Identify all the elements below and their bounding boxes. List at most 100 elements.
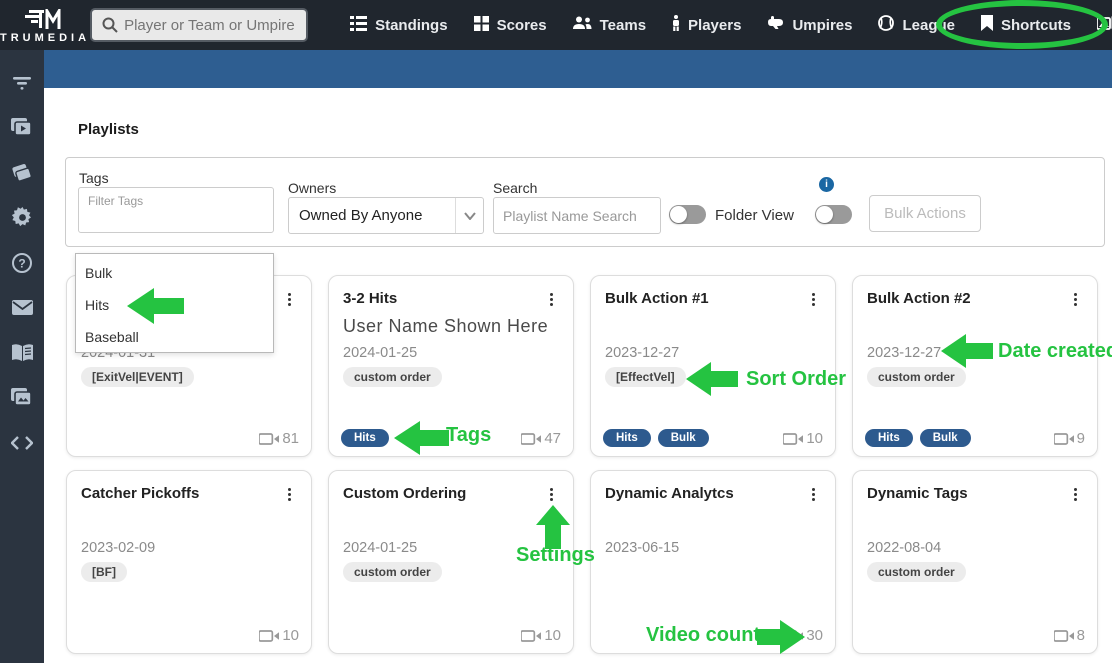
- folder-view-label: Folder View: [715, 207, 794, 224]
- owners-selected-value: Owned By Anyone: [289, 207, 455, 224]
- owners-label: Owners: [288, 180, 336, 196]
- sort-order-chip: custom order: [343, 367, 442, 387]
- cards-icon[interactable]: [0, 150, 44, 195]
- playlist-date: 2023-12-27: [867, 345, 941, 361]
- nav-item-label: Umpires: [792, 17, 852, 34]
- nav-item-label: Shortcuts: [1001, 17, 1071, 34]
- sort-order-chip: [BF]: [81, 562, 127, 582]
- top-nav-items: Standings Scores Teams Players Umpires League…: [350, 15, 1112, 35]
- code-icon[interactable]: [0, 420, 44, 465]
- svg-text:?: ?: [18, 256, 25, 270]
- brand-name: TRUMEDIA: [0, 32, 90, 44]
- subheader-band: [44, 50, 1112, 88]
- nav-item-scores[interactable]: Scores: [474, 16, 547, 35]
- playlist-title: Dynamic Tags: [867, 485, 1057, 502]
- nav-item-standings[interactable]: Standings: [350, 16, 448, 35]
- video-count: 10: [259, 627, 299, 644]
- tags-dropdown-option-bulk[interactable]: Bulk: [85, 265, 112, 281]
- bulk-actions-button[interactable]: Bulk Actions: [869, 195, 981, 232]
- sort-order-chip: custom order: [867, 562, 966, 582]
- kebab-menu-icon[interactable]: [1068, 484, 1083, 505]
- kebab-menu-icon[interactable]: [1068, 289, 1083, 310]
- nav-item-playlists[interactable]: Playlists: [1097, 16, 1112, 35]
- tags-dropdown-option-hits[interactable]: Hits: [85, 297, 109, 313]
- kebab-menu-icon[interactable]: [544, 289, 559, 310]
- playlist-title: Dynamic Analytcs: [605, 485, 795, 502]
- camera-icon: [521, 629, 541, 643]
- video-count-value: 10: [806, 430, 823, 447]
- nav-item-teams[interactable]: Teams: [573, 16, 646, 34]
- playlist-owner: User Name Shown Here: [343, 316, 548, 337]
- playlist-card[interactable]: Bulk Action #1 2023-12-27 [EffectVel] Hi…: [590, 275, 836, 457]
- umpires-hand-icon: [767, 16, 784, 34]
- video-count-value: 9: [1077, 430, 1085, 447]
- nav-item-league[interactable]: League: [878, 15, 955, 35]
- playlist-title: Bulk Action #1: [605, 290, 795, 307]
- mail-icon[interactable]: [0, 285, 44, 330]
- playlist-tags: Hits Bulk: [603, 429, 709, 447]
- owners-select[interactable]: Owned By Anyone: [288, 197, 484, 234]
- camera-icon: [783, 629, 803, 643]
- nav-item-umpires[interactable]: Umpires: [767, 16, 852, 34]
- video-count: 10: [783, 430, 823, 447]
- playlist-search-input[interactable]: [493, 197, 661, 234]
- nav-item-players[interactable]: Players: [672, 15, 741, 35]
- standings-list-icon: [350, 16, 367, 35]
- folder-view-toggle[interactable]: [669, 205, 706, 224]
- tags-dropdown-option-baseball[interactable]: Baseball: [85, 329, 139, 345]
- playlist-title: Bulk Action #2: [867, 290, 1057, 307]
- kebab-menu-icon[interactable]: [806, 484, 821, 505]
- search-icon: [102, 17, 118, 33]
- media-gallery-icon[interactable]: [0, 375, 44, 420]
- playlist-title: Custom Ordering: [343, 485, 533, 502]
- camera-icon: [259, 629, 279, 643]
- video-count: 8: [1054, 627, 1085, 644]
- video-count-value: 8: [1077, 627, 1085, 644]
- video-playlists-icon[interactable]: [0, 105, 44, 150]
- playlist-title: 3-2 Hits: [343, 290, 533, 307]
- video-count: 81: [259, 430, 299, 447]
- global-search[interactable]: [90, 8, 308, 42]
- video-count: 9: [1054, 430, 1085, 447]
- help-icon[interactable]: ?: [0, 240, 44, 285]
- playlist-card[interactable]: Catcher Pickoffs 2023-02-09 [BF] 10: [66, 470, 312, 654]
- nav-item-shortcuts[interactable]: Shortcuts: [981, 15, 1071, 35]
- camera-icon: [1054, 629, 1074, 643]
- filters-panel: Tags Owners Owned By Anyone Search Folde…: [65, 157, 1105, 247]
- info-icon[interactable]: i: [819, 177, 834, 192]
- nav-item-label: League: [902, 17, 955, 34]
- bulk-mode-toggle[interactable]: [815, 205, 852, 224]
- shortcuts-bookmark-icon: [981, 15, 993, 35]
- playlists-page: TRUMEDIA Standings Scores Teams Players Umpi…: [0, 0, 1112, 663]
- trumedia-logo[interactable]: TRUMEDIA: [0, 7, 90, 44]
- tag-pill-hits[interactable]: Hits: [865, 429, 913, 447]
- playlist-card[interactable]: Bulk Action #2 2023-12-27 custom order H…: [852, 275, 1098, 457]
- playlist-card[interactable]: 3-2 Hits User Name Shown Here 2024-01-25…: [328, 275, 574, 457]
- playlist-card[interactable]: Custom Ordering 2024-01-25 custom order …: [328, 470, 574, 654]
- teams-people-icon: [573, 16, 592, 34]
- glossary-book-icon[interactable]: [0, 330, 44, 375]
- kebab-menu-icon[interactable]: [282, 484, 297, 505]
- settings-gear-icon[interactable]: [0, 195, 44, 240]
- kebab-menu-icon[interactable]: [806, 289, 821, 310]
- tag-pill-hits[interactable]: Hits: [603, 429, 651, 447]
- filter-icon[interactable]: [0, 60, 44, 105]
- tag-pill-bulk[interactable]: Bulk: [920, 429, 971, 447]
- playlist-date: 2023-02-09: [81, 540, 155, 556]
- playlist-card[interactable]: Dynamic Analytcs 2023-06-15 30: [590, 470, 836, 654]
- tag-pill-bulk[interactable]: Bulk: [658, 429, 709, 447]
- video-count-value: 81: [282, 430, 299, 447]
- playlist-card[interactable]: Dynamic Tags 2022-08-04 custom order 8: [852, 470, 1098, 654]
- global-search-input[interactable]: [124, 17, 294, 34]
- nav-item-label: Teams: [600, 17, 646, 34]
- sort-order-chip: custom order: [343, 562, 442, 582]
- playlist-date: 2024-01-25: [343, 345, 417, 361]
- nav-item-label: Scores: [497, 17, 547, 34]
- kebab-menu-icon[interactable]: [544, 484, 559, 505]
- tags-filter-input[interactable]: [78, 187, 274, 233]
- camera-icon: [783, 432, 803, 446]
- video-count: 47: [521, 430, 561, 447]
- kebab-menu-icon[interactable]: [282, 289, 297, 310]
- tag-pill-hits[interactable]: Hits: [341, 429, 389, 447]
- sort-order-chip: [ExitVel|EVENT]: [81, 367, 194, 387]
